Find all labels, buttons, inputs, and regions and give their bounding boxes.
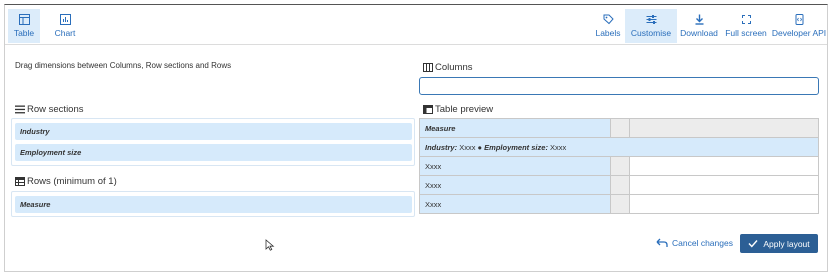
dimension-chip-measure[interactable]: Measure — [15, 196, 412, 213]
row-sections-title-text: Row sections — [27, 104, 84, 115]
cancel-changes-label: Cancel changes — [672, 238, 733, 248]
sliders-icon — [644, 12, 658, 26]
rows-icon — [14, 177, 25, 187]
table-row: Xxxx — [419, 175, 819, 195]
table-preview-icon — [422, 105, 433, 115]
tab-table-label: Table — [13, 28, 35, 38]
mouse-cursor-icon — [265, 239, 275, 251]
developer-api-button[interactable]: Developer API — [771, 9, 827, 43]
row-sections-title: Row sections — [14, 104, 84, 115]
tab-table[interactable]: Table — [8, 9, 40, 43]
preview-section-row: Industry: Xxxx ● Employment size: Xxxx — [419, 137, 819, 157]
rows-title: Rows (minimum of 1) — [14, 176, 117, 187]
customise-button[interactable]: Customise — [625, 9, 677, 43]
table-icon — [17, 12, 31, 26]
preview-value-cell — [629, 175, 819, 195]
fullscreen-button[interactable]: Full screen — [721, 9, 771, 43]
download-label: Download — [680, 28, 718, 38]
table-row: Xxxx — [419, 194, 819, 214]
checkmark-icon — [748, 240, 758, 248]
preview-gray-cell — [610, 194, 630, 214]
developer-api-label: Developer API — [771, 28, 827, 38]
columns-title-text: Columns — [435, 62, 473, 73]
row-sections-dropzone[interactable]: Industry Employment size — [11, 118, 415, 166]
section-value-employment-size: Xxxx — [550, 142, 567, 152]
tab-chart-label: Chart — [54, 28, 76, 38]
dimension-chip-industry[interactable]: Industry — [15, 123, 412, 140]
preview-row-label: Xxxx — [419, 194, 611, 214]
labels-label: Labels — [595, 28, 621, 38]
customise-layout-panel: Table Chart Labels Customise Download Fu… — [4, 4, 828, 272]
api-icon — [792, 12, 806, 26]
chart-icon — [58, 12, 72, 26]
customise-label: Customise — [630, 28, 672, 38]
table-preview-title: Table preview — [422, 104, 493, 115]
toolbar: Table Chart Labels Customise Download Fu… — [5, 5, 827, 45]
section-value-industry: Xxxx — [459, 142, 476, 152]
table-preview-title-text: Table preview — [435, 104, 494, 115]
fullscreen-label: Full screen — [725, 28, 767, 38]
preview-gray-cell — [610, 156, 630, 176]
preview-gray-cell — [610, 118, 630, 138]
section-label-employment-size: Employment size: — [484, 142, 548, 152]
apply-layout-label: Apply layout — [763, 238, 810, 249]
labels-button[interactable]: Labels — [591, 9, 625, 43]
preview-measure-header: Measure — [419, 118, 611, 138]
preview-header-row: Measure — [419, 118, 819, 138]
preview-value-cell — [629, 156, 819, 176]
download-icon — [692, 12, 706, 26]
tag-icon — [601, 12, 615, 26]
columns-icon — [422, 63, 433, 73]
cancel-changes-button[interactable]: Cancel changes — [656, 238, 733, 248]
preview-row-label: Xxxx — [419, 156, 611, 176]
columns-title: Columns — [422, 62, 473, 73]
section-label-industry: Industry: — [425, 142, 458, 152]
rows-dropzone[interactable]: Measure — [11, 191, 415, 217]
list-icon — [14, 105, 25, 115]
preview-value-cell — [629, 194, 819, 214]
download-button[interactable]: Download — [678, 9, 720, 43]
apply-layout-button[interactable]: Apply layout — [740, 234, 818, 253]
table-row: Xxxx — [419, 156, 819, 176]
preview-gray-cell — [610, 175, 630, 195]
instructions-text: Drag dimensions between Columns, Row sec… — [15, 61, 232, 70]
preview-row-label: Xxxx — [419, 175, 611, 195]
preview-gray-cell — [629, 118, 819, 138]
columns-dropzone[interactable] — [419, 77, 819, 95]
preview-section-label: Industry: Xxxx ● Employment size: Xxxx — [419, 137, 819, 157]
table-preview: Measure Industry: Xxxx ● Employment size… — [419, 118, 819, 214]
rows-title-text: Rows (minimum of 1) — [27, 176, 117, 187]
tab-chart[interactable]: Chart — [48, 9, 82, 43]
fullscreen-icon — [739, 12, 753, 26]
dimension-chip-employment-size[interactable]: Employment size — [15, 144, 412, 161]
undo-icon — [656, 238, 668, 247]
